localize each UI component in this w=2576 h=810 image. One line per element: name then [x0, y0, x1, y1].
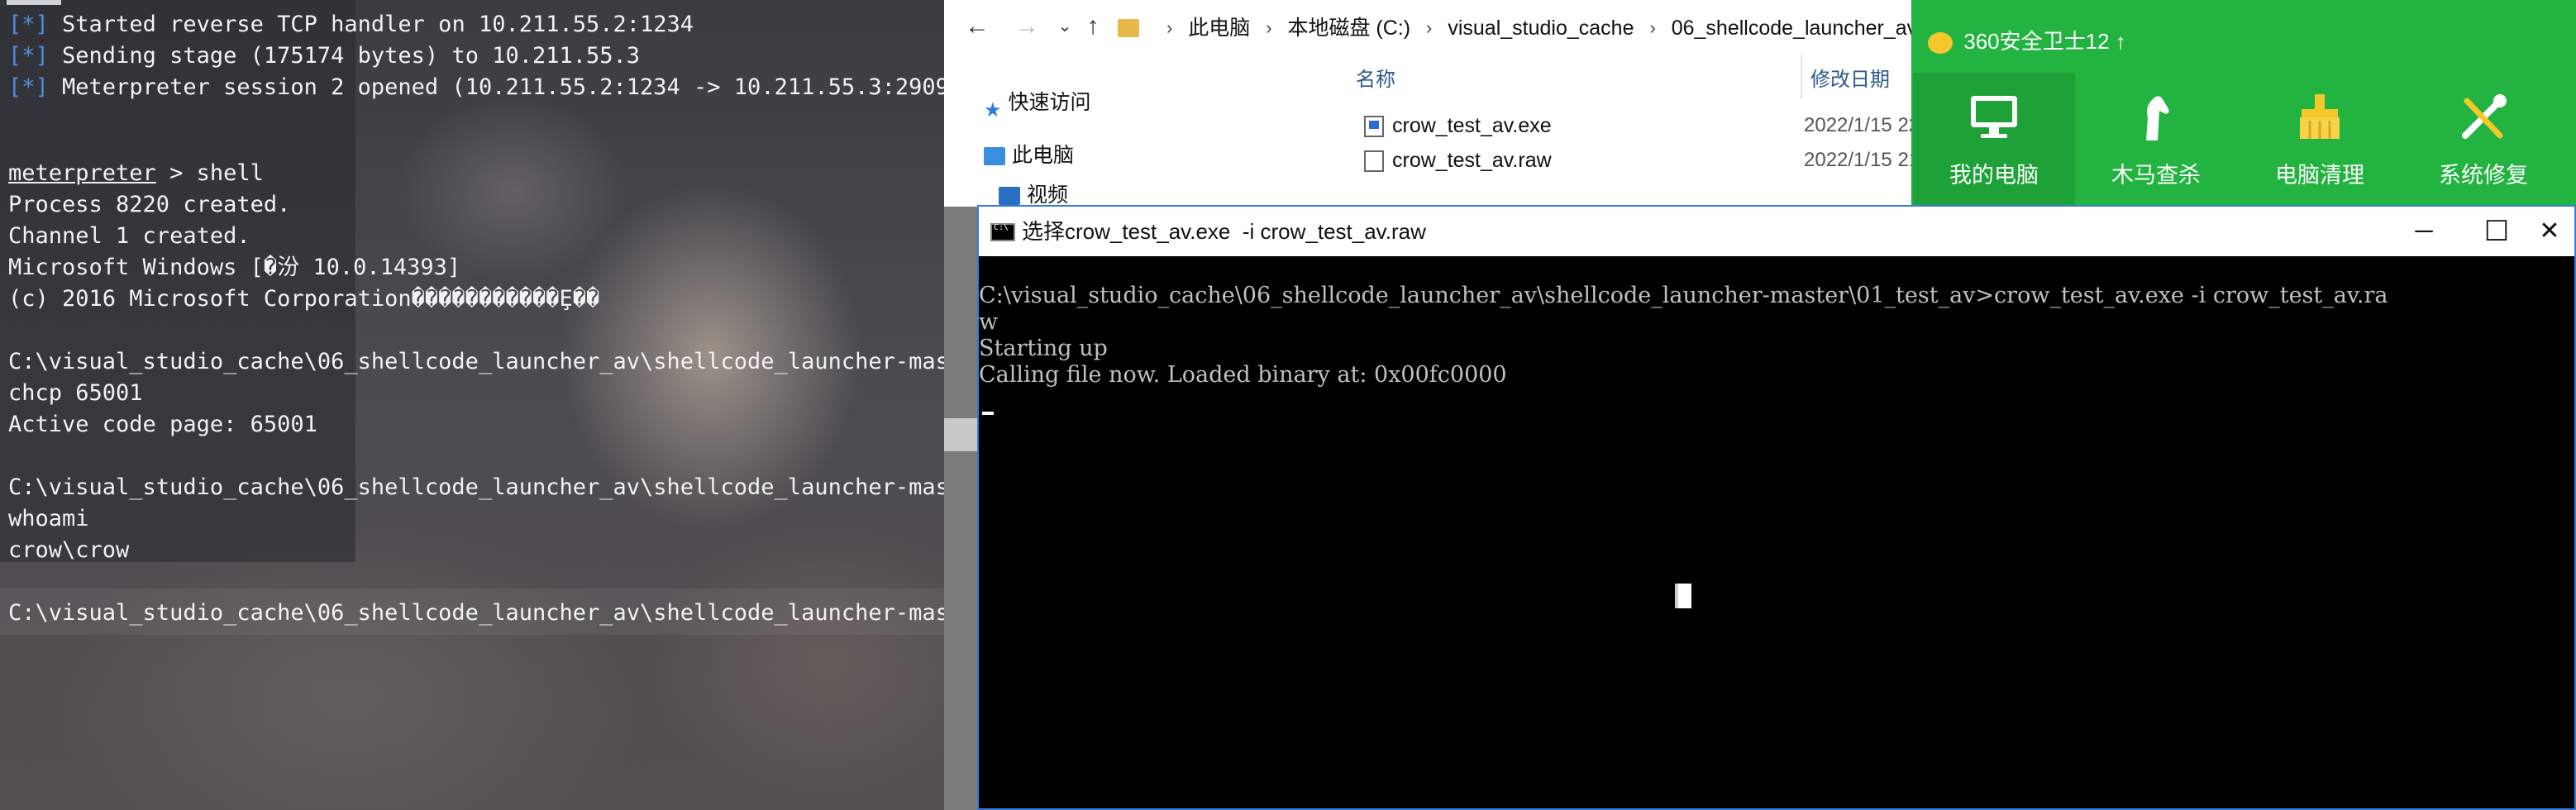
security-360-window: 360安全卫士12 ↑ 我的电脑 木马查杀 电脑清理 系统修复: [1911, 0, 2576, 207]
back-arrow-icon[interactable]: ←: [961, 10, 994, 43]
terminal-text: Meterpreter session 2 opened (10.211.55.…: [48, 74, 944, 100]
terminal-line: Process 8220 created.: [8, 192, 291, 217]
chevron-right-icon[interactable]: ›: [1426, 12, 1432, 45]
file-name: crow_test_av.raw: [1392, 149, 1552, 172]
console-line: C:\visual_studio_cache\06_shellcode_laun…: [979, 283, 2388, 308]
explorer-navbar: ← → ⌄ ↑ › 此电脑 › 本地磁盘 (C:) › visual_studi…: [944, 0, 1917, 55]
console-line: Calling file now. Loaded binary at: 0x00…: [979, 362, 1507, 388]
navigation-pane: ★ 快速访问 此电脑 视频: [944, 55, 1217, 207]
scroll-highlight: [944, 418, 977, 451]
console-title: 选择crow_test_av.exe -i crow_test_av.raw: [1022, 219, 1426, 244]
terminal-line: C:\visual_studio_cache\06_shellcode_laun…: [8, 474, 944, 500]
cmd-console-window[interactable]: 选择crow_test_av.exe -i crow_test_av.raw ─…: [977, 205, 2576, 810]
file-name: crow_test_av.exe: [1392, 114, 1552, 137]
terminal-text: Started reverse TCP handler on 10.211.55…: [48, 12, 694, 37]
nav-label: 视频: [1027, 183, 1069, 207]
mouse-ibeam-cursor: [1675, 584, 1691, 608]
nav-item-this-pc[interactable]: 此电脑: [984, 139, 1074, 172]
breadcrumb-item[interactable]: 此电脑: [1188, 12, 1250, 45]
monitor-icon: [1971, 96, 2017, 138]
terminal-tab-indicator: [7, 0, 61, 5]
console-line: Starting up: [979, 336, 1108, 361]
tools-icon: [2462, 94, 2507, 139]
video-folder-icon: [999, 187, 1020, 206]
terminal-line: [*] Started reverse TCP handler on 10.21…: [8, 10, 944, 40]
tile-label: 我的电脑: [1949, 163, 2039, 188]
terminal-line: C:\visual_studio_cache\06_shellcode_laun…: [8, 349, 944, 374]
broom-icon: [2300, 94, 2340, 139]
file-icon: [1364, 150, 1384, 172]
up-arrow-icon[interactable]: ↑: [2116, 29, 2126, 54]
file-explorer-window: ← → ⌄ ↑ › 此电脑 › 本地磁盘 (C:) › visual_studi…: [944, 0, 1948, 207]
address-bar[interactable]: › 此电脑 › 本地磁盘 (C:) › visual_studio_cache …: [1114, 12, 1917, 45]
app-title: 360安全卫士12 ↑: [1928, 25, 2126, 55]
meterpreter-prompt: meterpreter: [8, 160, 156, 186]
column-header-date[interactable]: 修改日期: [1810, 63, 1890, 92]
tile-label: 电脑清理: [2275, 163, 2364, 188]
terminal-line: Active code page: 65001: [8, 412, 317, 437]
close-button[interactable]: ✕: [2525, 212, 2574, 251]
tile-label: 木马查杀: [2111, 163, 2201, 188]
breadcrumb-item[interactable]: 本地磁盘 (C:): [1287, 12, 1410, 45]
status-prefix: [*]: [8, 43, 49, 69]
breadcrumb-item[interactable]: visual_studio_cache: [1448, 12, 1634, 45]
star-icon: ★: [984, 99, 1002, 122]
terminal-line: whoami: [8, 506, 89, 531]
terminal-line: Channel 1 created.: [8, 223, 250, 249]
terminal-line: crow\crow: [8, 537, 130, 563]
tile-system-repair[interactable]: 系统修复: [2402, 73, 2564, 207]
nav-label: 此电脑: [1012, 144, 1075, 167]
up-arrow-icon[interactable]: ↑: [1076, 10, 1109, 43]
maximize-button[interactable]: ☐: [2472, 212, 2521, 251]
tile-label: 系统修复: [2439, 163, 2528, 188]
computer-icon: [984, 147, 1005, 166]
attacker-terminal[interactable]: [*] Started reverse TCP handler on 10.21…: [0, 0, 944, 810]
chevron-right-icon[interactable]: ›: [1649, 12, 1655, 45]
nav-item-quick-access[interactable]: ★ 快速访问: [984, 86, 1091, 122]
file-list: 名称 修改日期 crow_test_av.exe 2022/1/15 22:01…: [1233, 55, 1948, 207]
tile-pc-cleanup[interactable]: 电脑清理: [2239, 73, 2401, 207]
folder-icon: [1118, 19, 1139, 37]
meterpreter-prompt-line: meterpreter > shell: [8, 159, 944, 188]
prompt-command: > shell: [155, 160, 264, 186]
360-logo-icon: [1928, 32, 1953, 55]
terminal-line: C:\visual_studio_cache\06_shellcode_laun…: [8, 600, 944, 626]
tile-my-computer[interactable]: 我的电脑: [1913, 73, 2075, 207]
column-header-name[interactable]: 名称: [1356, 63, 1395, 92]
exe-file-icon: [1364, 116, 1384, 137]
console-line: w: [979, 309, 999, 335]
minimize-button[interactable]: ─: [2399, 212, 2449, 251]
terminal-line: (c) 2016 Microsoft Corporation����������…: [8, 286, 600, 312]
nav-label: 快速访问: [1008, 91, 1091, 114]
chevron-right-icon[interactable]: ›: [1266, 12, 1271, 45]
status-prefix: [*]: [8, 74, 49, 100]
console-titlebar[interactable]: 选择crow_test_av.exe -i crow_test_av.raw ─…: [979, 207, 2574, 256]
breadcrumb-item[interactable]: 06_shellcode_launcher_av: [1672, 12, 1917, 45]
terminal-line: Microsoft Windows [�汾 10.0.14393]: [8, 255, 461, 280]
text-cursor: [982, 412, 994, 415]
status-prefix: [*]: [8, 12, 49, 37]
forward-arrow-icon[interactable]: →: [1010, 10, 1043, 43]
terminal-text: Sending stage (175174 bytes) to 10.211.5…: [48, 43, 641, 69]
column-divider: [1801, 55, 1802, 99]
terminal-line: chcp 65001: [8, 380, 143, 406]
cmd-icon: [990, 223, 1015, 241]
desktop-gap: [944, 207, 977, 810]
terminal-line: [*] Meterpreter session 2 opened (10.211…: [8, 73, 944, 102]
app-title-text: 360安全卫士12: [1963, 29, 2110, 54]
terminal-line: [*] Sending stage (175174 bytes) to 10.2…: [8, 41, 944, 71]
chevron-right-icon[interactable]: ›: [1166, 12, 1172, 45]
tile-trojan-scan[interactable]: 木马查杀: [2075, 73, 2237, 207]
horse-icon: [2146, 96, 2169, 141]
